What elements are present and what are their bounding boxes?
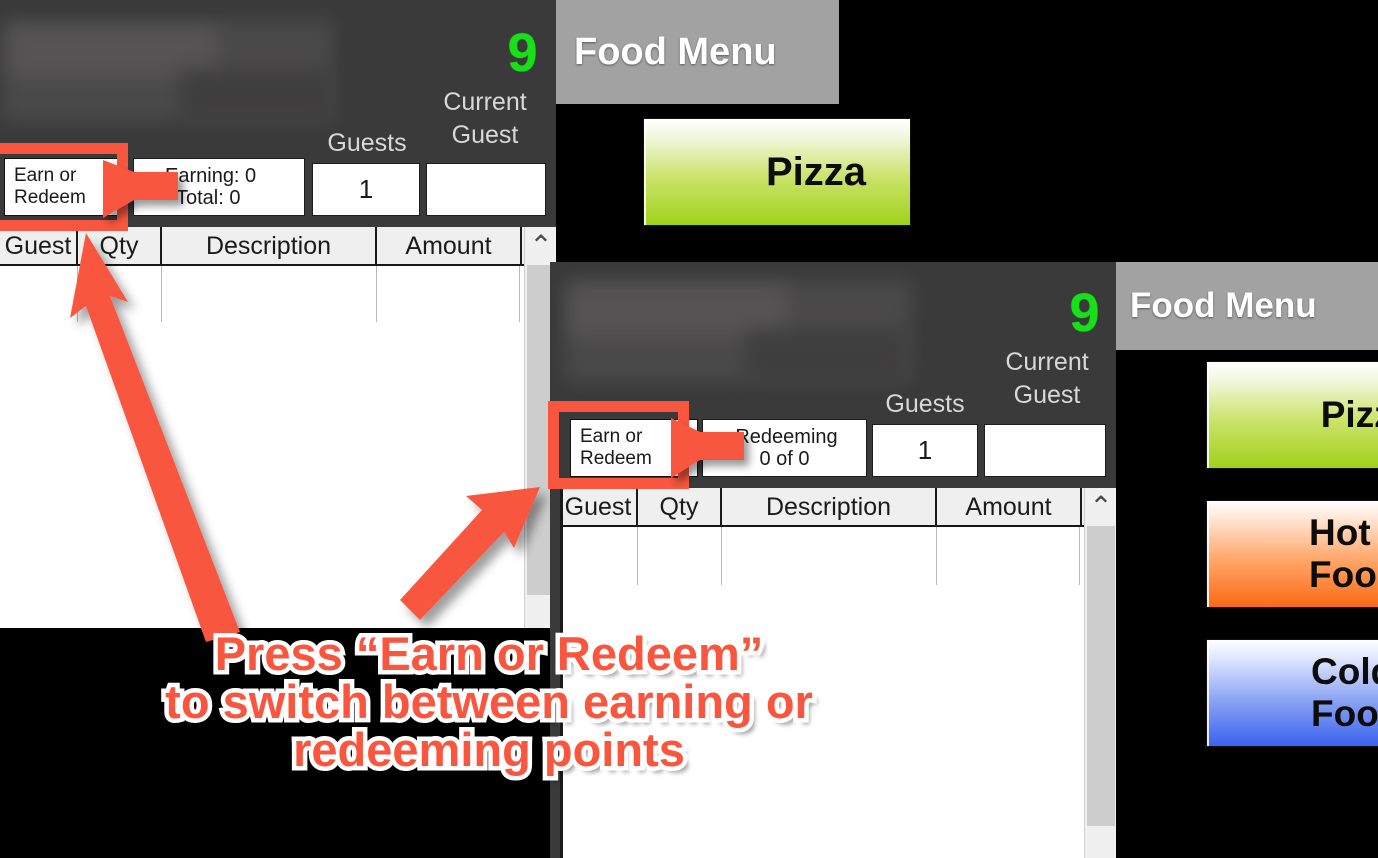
order-table-body-sep-top-1 <box>77 266 78 322</box>
caption-line-2: to switch between earning or <box>165 674 813 728</box>
order-table-col-amount-bottom[interactable]: Amount <box>937 488 1080 527</box>
food-menu-panel-top: Food Menu Pizza <box>550 0 1378 270</box>
order-table-sep-bottom-3 <box>935 488 937 527</box>
food-menu-title-bottom: Food Menu <box>1130 286 1317 325</box>
order-table-body-sep-bottom-4 <box>1079 527 1080 585</box>
highlight-box-earn-or-redeem-bottom <box>548 401 689 489</box>
menu-button-hot-food-bottom[interactable]: Hot Food <box>1206 500 1378 608</box>
order-table-body-sep-bottom-2 <box>721 527 722 585</box>
order-table-col-qty-bottom[interactable]: Qty <box>638 488 720 527</box>
menu-button-label-top-0: Pizza <box>765 149 867 194</box>
current-guest-label-top-line2: Guest <box>451 121 519 149</box>
menu-button-cold-food-bottom[interactable]: Cold Food <box>1206 639 1378 747</box>
points-status-bottom-line1: Redeeming <box>735 425 838 448</box>
points-badge-top: 9 <box>507 23 537 83</box>
annotation-caption-text: Press “Earn or Redeem” to switch between… <box>139 630 839 774</box>
food-menu-title-top: Food Menu <box>574 30 777 73</box>
order-table-sep-bottom-1 <box>636 488 638 527</box>
current-guest-label-bottom-line2: Guest <box>1013 381 1081 409</box>
guests-label-top: Guests <box>327 129 407 157</box>
screenshot-canvas: Food Menu Pizza 9 Current Guest Guests E… <box>0 0 1378 858</box>
order-table-scrollbar-bottom[interactable]: ⌃ <box>1084 488 1116 858</box>
caption-line-1: Press “Earn or Redeem” <box>214 627 764 680</box>
menu-button-label-bottom-2: Cold Food <box>1311 651 1378 734</box>
redacted-customer-info-top-lo <box>180 70 332 122</box>
pos-panel-top: 9 Current Guest Guests Earn or Redeem Ea… <box>0 0 556 628</box>
order-table-body-sep-bottom-3 <box>936 527 937 585</box>
menu-button-label-bottom-0: Pizza <box>1320 394 1378 435</box>
order-table-col-description-top[interactable]: Description <box>162 227 375 266</box>
current-guest-label-bottom: Current Guest <box>986 350 1108 408</box>
guests-value-field-bottom[interactable]: 1 <box>872 424 978 477</box>
guests-value-bottom: 1 <box>917 435 933 465</box>
order-table-sep-top-4 <box>520 227 522 266</box>
food-menu-header-top: Food Menu <box>550 0 839 104</box>
points-status-bottom-line2: 0 of 0 <box>759 448 810 470</box>
guests-value-top: 1 <box>358 174 374 204</box>
current-guest-value-field-bottom[interactable] <box>984 424 1106 477</box>
order-table-body-sep-bottom-1 <box>637 527 638 585</box>
current-guest-label-bottom-line1: Current <box>1005 348 1089 376</box>
order-table-col-guest-top[interactable]: Guest <box>0 227 76 266</box>
order-table-sep-top-1 <box>76 227 78 266</box>
points-badge-bottom: 9 <box>1069 283 1099 343</box>
order-table-col-description-bottom[interactable]: Description <box>722 488 935 527</box>
points-status-top-line1: Earning: 0 <box>165 164 257 187</box>
guests-value-field-top[interactable]: 1 <box>312 163 420 216</box>
order-table-col-guest-bottom[interactable]: Guest <box>560 488 636 527</box>
scrollbar-thumb-bottom[interactable] <box>1087 526 1115 826</box>
points-status-top-line2: Total: 0 <box>176 187 241 209</box>
scroll-up-icon-top[interactable]: ⌃ <box>525 227 556 263</box>
caption-line-3: redeeming points <box>293 722 685 776</box>
current-guest-label-top-line1: Current <box>443 88 527 116</box>
points-status-field-bottom: Redeeming 0 of 0 <box>702 419 867 477</box>
order-table-sep-bottom-2 <box>720 488 722 527</box>
scroll-up-icon-bottom[interactable]: ⌃ <box>1085 488 1116 524</box>
food-menu-header-bottom: Food Menu <box>1112 262 1378 350</box>
highlight-box-earn-or-redeem-top <box>0 143 128 231</box>
order-table-body-sep-top-4 <box>519 266 520 322</box>
order-table-sep-top-3 <box>375 227 377 266</box>
food-menu-panel-bottom: Food Menu Pizza Hot Food Cold Food <box>1112 262 1378 858</box>
order-table-col-qty-top[interactable]: Qty <box>78 227 160 266</box>
order-table-body-sep-top-2 <box>161 266 162 322</box>
order-table-col-amount-top[interactable]: Amount <box>377 227 520 266</box>
order-table-sep-bottom-4 <box>1080 488 1082 527</box>
menu-button-pizza-top[interactable]: Pizza <box>643 118 911 226</box>
order-table-sep-top-2 <box>160 227 162 266</box>
order-table-body-sep-top-3 <box>376 266 377 322</box>
menu-button-label-bottom-1: Hot Food <box>1309 512 1378 595</box>
current-guest-value-field-top[interactable] <box>426 163 546 216</box>
guests-label-bottom: Guests <box>885 390 965 418</box>
current-guest-label-top: Current Guest <box>424 90 546 148</box>
redacted-customer-info-bottom-lo <box>746 330 906 382</box>
order-table-top: Guest Qty Description Amount ⌃ <box>0 227 556 628</box>
points-status-field-top: Earning: 0 Total: 0 <box>133 158 305 216</box>
menu-button-pizza-bottom[interactable]: Pizza <box>1206 361 1378 469</box>
